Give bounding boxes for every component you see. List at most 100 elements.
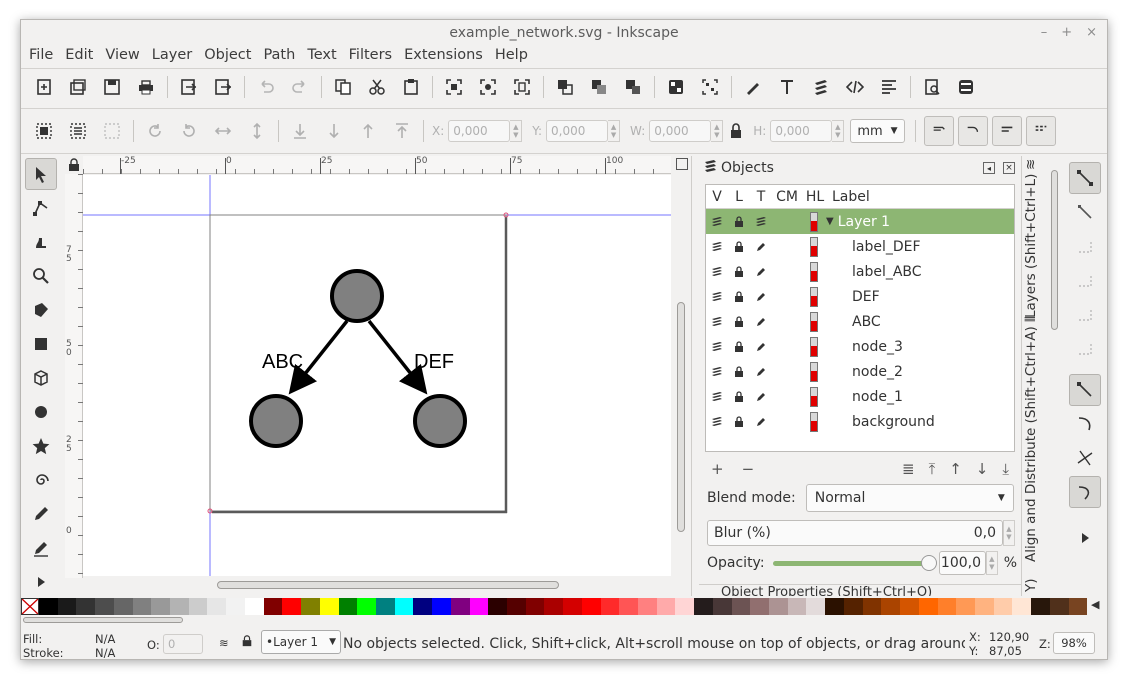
color-swatch[interactable] [357, 598, 376, 615]
color-swatch[interactable] [244, 598, 264, 615]
color-swatch[interactable] [750, 598, 770, 615]
color-swatch[interactable] [39, 598, 58, 615]
color-swatch[interactable] [581, 598, 601, 615]
snap-midpoint-icon[interactable] [1069, 298, 1101, 330]
pane-divider[interactable] [691, 156, 692, 596]
color-swatch[interactable] [825, 598, 844, 615]
highlight-color-swatch[interactable] [810, 311, 818, 332]
tweak-tool-icon[interactable] [25, 226, 57, 258]
label-def[interactable]: DEF [414, 351, 454, 374]
duplicate-icon[interactable] [548, 70, 582, 104]
lock-icon[interactable] [728, 215, 750, 228]
export-icon[interactable] [206, 70, 240, 104]
color-swatch[interactable] [712, 598, 732, 615]
y-input[interactable] [546, 120, 609, 142]
color-swatch[interactable] [900, 598, 919, 615]
pencil-tool-icon[interactable] [25, 498, 57, 530]
highlight-color-swatch[interactable] [810, 361, 818, 382]
highlight-color-swatch[interactable] [810, 236, 818, 257]
layers-tab[interactable]: Layers (Shift+Ctrl+L) ≋ [1023, 158, 1039, 318]
menu-help[interactable]: Help [489, 42, 534, 68]
opacity-slider[interactable] [772, 554, 938, 571]
visibility-icon[interactable] [706, 316, 728, 328]
more-tabs[interactable]: Y) [1023, 568, 1039, 592]
color-swatch[interactable] [151, 598, 171, 615]
unit-select[interactable]: mm ▼ [850, 119, 905, 143]
document-properties-icon[interactable] [915, 70, 949, 104]
zoom-selection-icon[interactable] [437, 70, 471, 104]
highlight-color-swatch[interactable] [810, 286, 818, 307]
redo-icon[interactable] [283, 70, 317, 104]
panel-close-icon[interactable]: × [1003, 162, 1015, 174]
color-swatch[interactable] [170, 598, 189, 615]
color-swatch[interactable] [450, 598, 470, 615]
blur-spinbox[interactable]: Blur (%) 0,0 [707, 520, 1003, 546]
close-button[interactable]: × [1086, 20, 1097, 46]
align-tab[interactable]: Align and Distribute (Shift+Ctrl+A) ⫴ [1023, 317, 1039, 562]
opacity-spinner[interactable]: ▲ ▼ [986, 551, 998, 575]
color-swatch[interactable] [993, 598, 1013, 615]
color-swatch[interactable] [974, 598, 994, 615]
color-swatch[interactable] [413, 598, 433, 615]
zoom-tool-icon[interactable] [25, 260, 57, 292]
raise-icon[interactable] [351, 114, 385, 148]
color-swatch[interactable] [394, 598, 414, 615]
dock-scrollbar[interactable] [1051, 170, 1059, 590]
object-row[interactable]: node_2 [706, 359, 1014, 384]
highlight-color-swatch[interactable] [810, 411, 818, 432]
no-paint-swatch[interactable] [21, 598, 39, 615]
visibility-icon[interactable] [706, 241, 728, 253]
snap-smooth-nodes-icon[interactable] [1069, 476, 1101, 508]
w-input[interactable] [649, 120, 712, 142]
object-row[interactable]: DEF [706, 284, 1014, 309]
paste-icon[interactable] [394, 70, 428, 104]
deselect-icon[interactable] [95, 114, 129, 148]
xml-editor-icon[interactable] [838, 70, 872, 104]
visibility-icon[interactable] [706, 416, 728, 428]
open-icon[interactable] [61, 70, 95, 104]
unlink-clone-icon[interactable] [616, 70, 650, 104]
lock-icon[interactable] [728, 315, 750, 328]
3d-box-tool-icon[interactable] [25, 362, 57, 394]
rectangle-tool-icon[interactable] [25, 328, 57, 360]
align-distribute-icon[interactable] [872, 70, 906, 104]
drawing-canvas[interactable]: ABC DEF [83, 175, 671, 576]
col-highlight[interactable]: HL [802, 189, 828, 205]
lock-icon[interactable] [728, 340, 750, 353]
color-swatch[interactable] [525, 598, 545, 615]
color-swatch[interactable] [1012, 598, 1032, 615]
transform-gradients-button[interactable] [991, 116, 1022, 146]
scroll-thumb[interactable] [1051, 170, 1058, 330]
text-font-icon[interactable] [770, 70, 804, 104]
visibility-icon[interactable] [706, 266, 728, 278]
raise-icon[interactable]: ↑ [949, 460, 962, 478]
lower-bottom-icon[interactable] [283, 114, 317, 148]
rotate-cw-icon[interactable] [172, 114, 206, 148]
color-swatch[interactable] [675, 598, 695, 615]
lock-icon[interactable] [728, 415, 750, 428]
print-icon[interactable] [129, 70, 163, 104]
highlight-color-swatch[interactable] [810, 336, 818, 357]
highlight-color-swatch[interactable] [810, 211, 818, 232]
scale-corners-button[interactable] [957, 116, 988, 146]
lock-icon[interactable] [728, 390, 750, 403]
color-swatch[interactable] [338, 598, 358, 615]
remove-object-icon[interactable]: − [742, 460, 755, 478]
highlight-color-swatch[interactable] [810, 261, 818, 282]
opacity-slider-handle[interactable] [921, 554, 938, 571]
snap-nodes-icon[interactable] [1069, 374, 1101, 406]
palette-menu-icon[interactable]: ◀ [1091, 598, 1099, 611]
color-swatch[interactable] [731, 598, 751, 615]
raise-top-icon[interactable] [385, 114, 419, 148]
view-toggle-icon[interactable] [676, 158, 688, 170]
snap-intersection-icon[interactable] [1069, 442, 1101, 474]
color-swatch[interactable] [843, 598, 863, 615]
color-swatch[interactable] [95, 598, 114, 615]
raise-top-icon[interactable]: ⤒ [929, 460, 936, 478]
expander-icon[interactable]: ▼ [826, 216, 834, 227]
menu-extensions[interactable]: Extensions [398, 42, 489, 68]
col-visible[interactable]: V [706, 189, 728, 205]
color-swatch[interactable] [694, 598, 713, 615]
save-icon[interactable] [95, 70, 129, 104]
label-abc[interactable]: ABC [262, 351, 303, 374]
